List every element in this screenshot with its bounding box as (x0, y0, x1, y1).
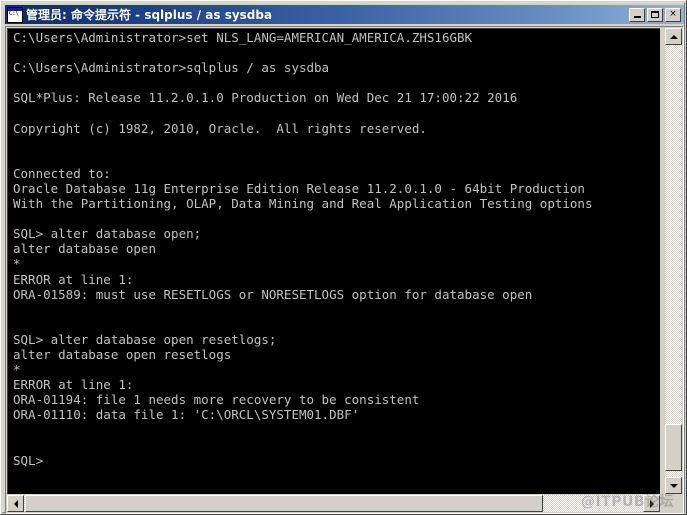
scroll-right-button[interactable] (643, 495, 660, 512)
maximize-button[interactable] (647, 8, 663, 22)
vertical-scroll-thumb[interactable] (665, 424, 682, 471)
chevron-down-icon (670, 484, 678, 488)
minimize-icon (630, 9, 644, 21)
window-controls: × (629, 8, 681, 22)
terminal-text: C:\Users\Administrator>set NLS_LANG=AMER… (13, 30, 592, 468)
title-bar[interactable]: C:\ 管理员: 命令提示符 - sqlplus / as sysdba × (5, 5, 684, 24)
close-button[interactable]: × (665, 8, 681, 22)
console-icon: C:\ (7, 7, 23, 23)
window-title: 管理员: 命令提示符 - sqlplus / as sysdba (26, 6, 629, 23)
chevron-right-icon (650, 500, 654, 508)
scrollbar-corner (665, 495, 682, 512)
console-window: C:\ 管理员: 命令提示符 - sqlplus / as sysdba × C… (0, 0, 687, 515)
vertical-scroll-track[interactable] (665, 45, 682, 477)
horizontal-scrollbar[interactable] (7, 495, 660, 512)
scroll-down-button[interactable] (665, 477, 682, 494)
horizontal-scroll-thumb[interactable] (25, 495, 543, 512)
console-icon-label: C:\ (9, 11, 18, 17)
terminal-output-area[interactable]: C:\Users\Administrator>set NLS_LANG=AMER… (7, 28, 660, 494)
minimize-button[interactable] (629, 8, 645, 22)
chevron-up-icon (670, 35, 678, 39)
console-window-inner: C:\ 管理员: 命令提示符 - sqlplus / as sysdba × C… (2, 2, 685, 513)
scroll-left-button[interactable] (7, 495, 24, 512)
maximize-icon (648, 9, 662, 21)
scroll-up-button[interactable] (665, 28, 682, 45)
console-client-area: C:\Users\Administrator>set NLS_LANG=AMER… (5, 26, 684, 514)
chevron-left-icon (14, 500, 18, 508)
vertical-scrollbar[interactable] (665, 28, 682, 494)
close-icon: × (666, 9, 680, 21)
